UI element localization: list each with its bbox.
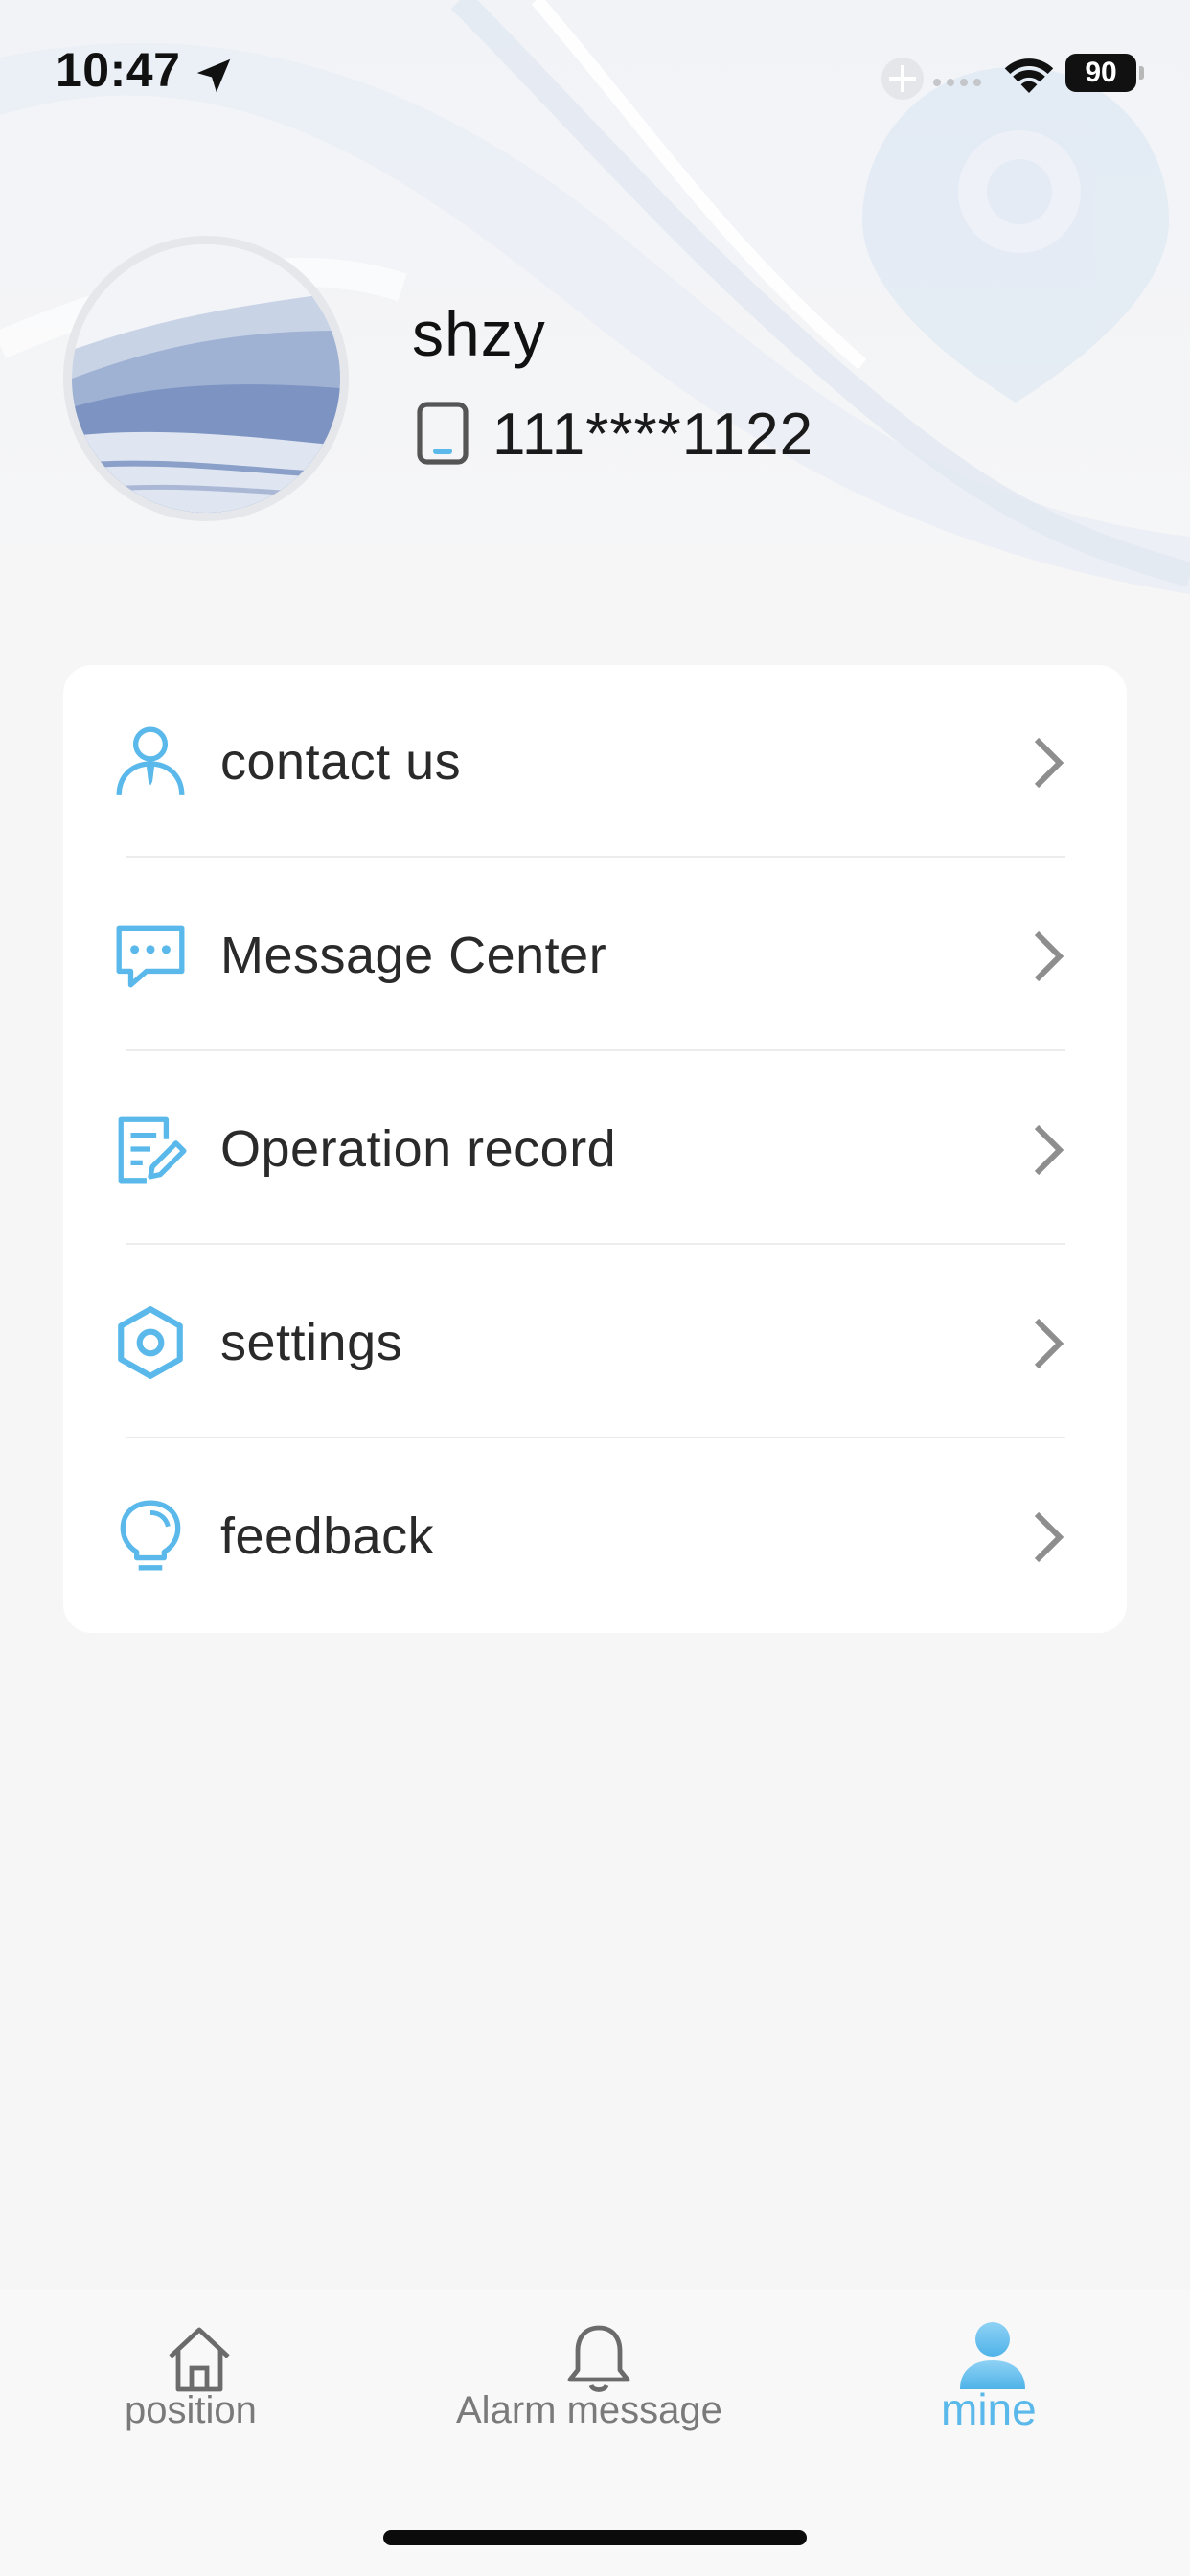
avatar-image [72, 244, 340, 513]
lightbulb-icon [120, 1500, 181, 1571]
home-indicator [383, 2530, 807, 2545]
house-icon [169, 2327, 230, 2392]
wifi-icon [1004, 58, 1054, 93]
menu-label-contact-us: contact us [220, 733, 462, 791]
location-arrow-icon [196, 58, 231, 93]
chevron-right-icon [1034, 737, 1064, 789]
hexagon-gear-icon [118, 1306, 183, 1379]
divider [126, 856, 1065, 858]
tab-label-mine: mine [941, 2384, 1037, 2434]
tab-position[interactable]: position [96, 2289, 307, 2481]
chevron-right-icon [1034, 1511, 1064, 1563]
battery-indicator: 90 [1065, 54, 1144, 92]
menu-label-feedback: feedback [220, 1507, 435, 1565]
signal-dots-icon [881, 58, 981, 100]
chevron-right-icon [1034, 1124, 1064, 1176]
tab-label-alarm-message: Alarm message [456, 2389, 722, 2431]
bell-icon [567, 2325, 630, 2392]
battery-tip [1139, 66, 1144, 80]
person-filled-icon [960, 2322, 1025, 2389]
divider [126, 1437, 1065, 1438]
menu-label-settings: settings [220, 1314, 403, 1371]
chat-bubble-icon [116, 925, 185, 988]
divider [126, 1049, 1065, 1051]
username: shzy [412, 298, 546, 369]
menu-item-operation-record[interactable]: Operation record [63, 1052, 1127, 1246]
menu-item-contact-us[interactable]: contact us [63, 665, 1127, 859]
menu-card: contact us Message Center Operation reco… [63, 665, 1127, 1633]
person-tie-icon [116, 726, 185, 796]
battery-level: 90 [1065, 54, 1136, 92]
divider [126, 1243, 1065, 1245]
tab-alarm-message[interactable]: Alarm message [441, 2289, 757, 2481]
document-edit-icon [118, 1116, 187, 1184]
chevron-right-icon [1034, 931, 1064, 982]
avatar[interactable] [63, 236, 349, 521]
phone-number: 111****1122 [492, 402, 814, 468]
menu-item-message-center[interactable]: Message Center [63, 859, 1127, 1052]
phone-icon [417, 402, 469, 465]
status-time: 10:47 [56, 43, 181, 97]
menu-item-settings[interactable]: settings [63, 1246, 1127, 1439]
tab-mine[interactable]: mine [910, 2289, 1073, 2481]
menu-label-operation-record: Operation record [220, 1120, 617, 1178]
mine-screen: 10:47 90 shzy 111****1122 contact us Mes… [0, 0, 1190, 2576]
menu-item-feedback[interactable]: feedback [63, 1439, 1127, 1633]
status-bar: 10:47 90 [0, 0, 1190, 144]
menu-label-message-center: Message Center [220, 927, 607, 984]
tab-label-position: position [125, 2389, 257, 2431]
chevron-right-icon [1034, 1318, 1064, 1369]
